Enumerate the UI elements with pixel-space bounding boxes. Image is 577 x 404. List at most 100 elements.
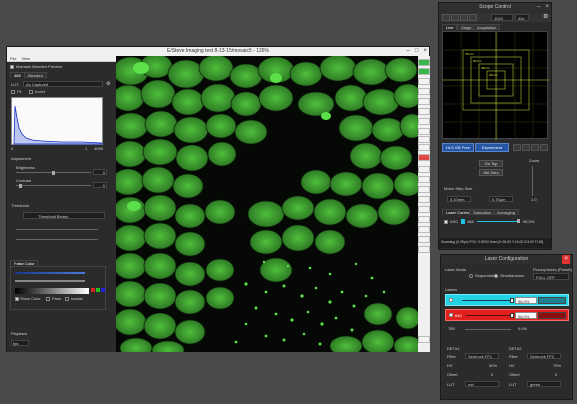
- laser2-color-select[interactable]: [538, 312, 566, 319]
- tab-blended[interactable]: Blended: [24, 72, 47, 78]
- brightness-value[interactable]: 0: [93, 169, 107, 175]
- gear-icon[interactable]: ⚙: [106, 81, 110, 87]
- laser-power-slider[interactable]: [477, 221, 519, 222]
- scope-tool-1[interactable]: [442, 14, 450, 21]
- brush-icon[interactable]: [418, 176, 430, 183]
- experiment-button[interactable]: Experiment: [475, 143, 509, 152]
- zoom-in-icon[interactable]: [418, 78, 430, 85]
- tool-green[interactable]: [418, 59, 430, 66]
- laser-power-knob[interactable]: [517, 219, 520, 223]
- stop-icon[interactable]: [418, 154, 430, 161]
- hls-button[interactable]: HLS GB Free: [442, 143, 474, 152]
- laser2-slider[interactable]: [466, 315, 512, 316]
- contrast-slider[interactable]: [16, 185, 91, 186]
- ruler-icon[interactable]: [418, 144, 430, 151]
- close-icon[interactable]: ×: [423, 47, 427, 56]
- det2-lut-select[interactable]: green: [527, 381, 561, 387]
- show-color-checkbox[interactable]: [15, 297, 19, 301]
- laser2-value-field[interactable]: 98.0%: [515, 312, 537, 319]
- gradient-bar[interactable]: [15, 288, 89, 294]
- mode-simultaneous-radio[interactable]: [494, 274, 498, 278]
- laser1-slider[interactable]: [462, 300, 512, 301]
- arrow-icon[interactable]: [418, 136, 430, 143]
- polygon-icon[interactable]: [418, 226, 430, 233]
- layout-button[interactable]: [531, 144, 539, 151]
- threshold-select[interactable]: Threshold Binary: [23, 212, 105, 219]
- brightness-knob[interactable]: [52, 171, 55, 175]
- scope-control-titlebar[interactable]: Scope Control – ×: [439, 3, 551, 12]
- laser-enable-checkbox[interactable]: [444, 220, 448, 224]
- contrast-knob[interactable]: [19, 184, 22, 188]
- snapshot-button[interactable]: [522, 144, 530, 151]
- text-icon[interactable]: [418, 236, 430, 243]
- ellipse-icon[interactable]: [418, 216, 430, 223]
- tab-averaging[interactable]: Averaging: [493, 209, 519, 215]
- threshold-slider-2[interactable]: [16, 239, 98, 240]
- scope-tool-2[interactable]: [451, 14, 459, 21]
- record-button[interactable]: [513, 144, 521, 151]
- color-ramp-gray[interactable]: [15, 280, 85, 282]
- settings-gear-icon[interactable]: ⚙: [543, 13, 548, 20]
- invert-checkbox[interactable]: [29, 90, 33, 94]
- scope-tool-4[interactable]: [469, 14, 477, 21]
- refresh-icon[interactable]: [418, 108, 430, 115]
- color-swatch-blue[interactable]: [101, 288, 105, 292]
- scale-icon[interactable]: [418, 336, 430, 343]
- set-zero-button[interactable]: Set Zero: [479, 169, 503, 176]
- isolate-checkbox[interactable]: [65, 297, 69, 301]
- polyline-icon[interactable]: [418, 196, 430, 203]
- rotate-icon[interactable]: [418, 98, 430, 105]
- det1-filter-select[interactable]: Semrock FF1: [465, 353, 499, 359]
- det1-lut-select[interactable]: red: [465, 381, 499, 387]
- zoom-slider[interactable]: [532, 166, 533, 196]
- tab-acquisition[interactable]: Acquisition: [473, 24, 501, 30]
- laser-row-1[interactable]: 98.0%: [445, 294, 569, 306]
- close-icon[interactable]: ×: [545, 3, 549, 12]
- menu-file[interactable]: File: [10, 56, 16, 61]
- close-icon[interactable]: ×: [562, 255, 570, 264]
- contrast-value[interactable]: 0: [93, 182, 107, 188]
- histogram[interactable]: [11, 97, 103, 145]
- crop-icon[interactable]: [418, 118, 430, 125]
- scope-tool-3[interactable]: [460, 14, 468, 21]
- laser2-checkbox[interactable]: [449, 313, 453, 317]
- imaging-window-titlebar[interactable]: E/Steve Imaging test 8-13-15/mosaic5 - 1…: [7, 47, 429, 56]
- line-icon[interactable]: [418, 128, 430, 135]
- tab-live[interactable]: Live: [442, 24, 458, 30]
- color-ramp-blue[interactable]: [15, 272, 85, 274]
- pencil-icon[interactable]: [418, 186, 430, 193]
- laser1-value-field[interactable]: 98.0%: [515, 297, 537, 304]
- maximize-icon[interactable]: □: [415, 47, 419, 56]
- microscopy-image[interactable]: [116, 56, 418, 352]
- pen-icon[interactable]: [418, 166, 430, 173]
- maintain-preview-checkbox[interactable]: [10, 65, 14, 69]
- laser-row-3[interactable]: 785 0.0%: [445, 324, 569, 334]
- zoom-out-icon[interactable]: [418, 88, 430, 95]
- tool-green-2[interactable]: [418, 68, 430, 75]
- stage-map[interactable]: 75mm 60mm 45mm 30mm: [442, 31, 549, 140]
- laser1-knob[interactable]: [510, 298, 514, 303]
- step-right-field[interactable]: 0.70μm: [489, 196, 513, 202]
- grid-button[interactable]: [540, 144, 548, 151]
- lut-select[interactable]: As Captured: [23, 81, 103, 87]
- minimize-icon[interactable]: –: [537, 3, 540, 12]
- mode-sequential-radio[interactable]: [469, 274, 473, 278]
- threshold-slider-1[interactable]: [16, 229, 98, 230]
- fluorophore-select[interactable]: FULL GFP: [533, 273, 569, 280]
- delete-icon[interactable]: [418, 246, 430, 253]
- laser1-checkbox[interactable]: [449, 298, 453, 302]
- rectangle-icon[interactable]: [418, 206, 430, 213]
- step-left-field[interactable]: 0.10mm: [447, 196, 471, 202]
- laser-row-2[interactable]: 640 98.0%: [445, 309, 569, 321]
- laser2-knob[interactable]: [510, 313, 514, 318]
- color-swatch-red[interactable]: [91, 288, 95, 292]
- mag-select[interactable]: 40x: [515, 14, 529, 21]
- laser3-slider[interactable]: [465, 329, 511, 330]
- laser-color-swatch[interactable]: [461, 219, 465, 224]
- fps-field[interactable]: fps: [11, 340, 29, 346]
- color-swatch-green[interactable]: [96, 288, 100, 292]
- det2-filter-select[interactable]: Semrock FF2: [527, 353, 561, 359]
- fit-checkbox[interactable]: [11, 90, 15, 94]
- minimize-icon[interactable]: –: [407, 47, 410, 56]
- zoom-select[interactable]: 1024: [491, 14, 513, 21]
